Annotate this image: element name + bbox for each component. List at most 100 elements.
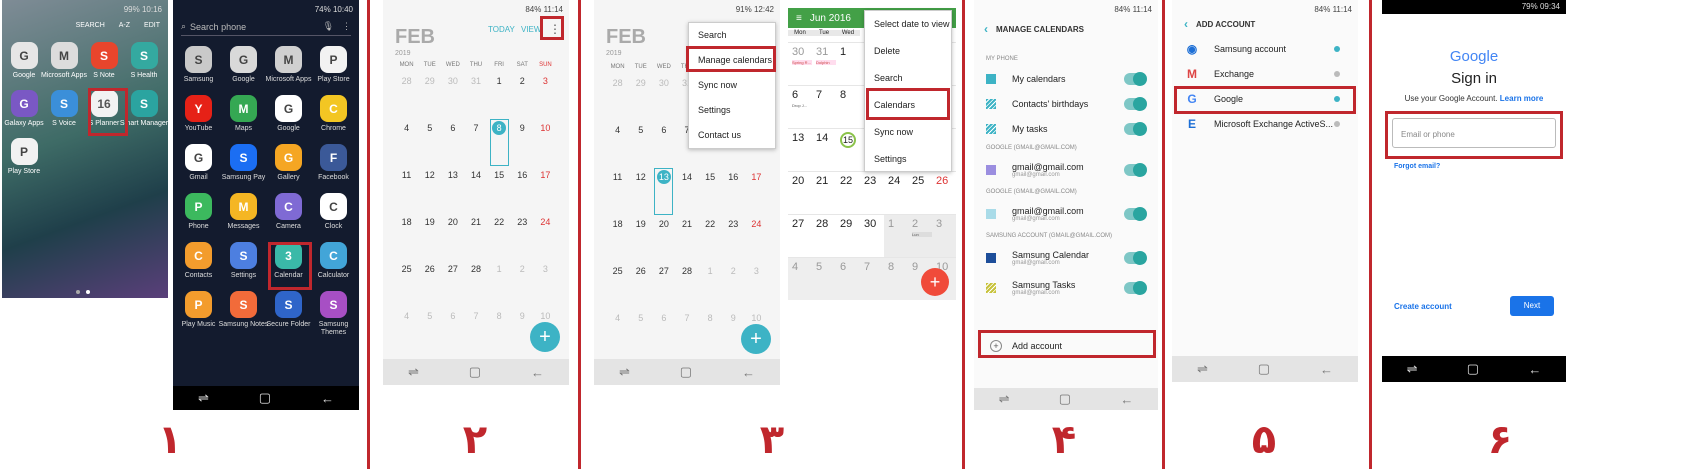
day-cell[interactable]: 12 — [629, 168, 652, 215]
app-gallery[interactable]: G Gallery — [266, 144, 311, 182]
day-cell[interactable]: 6 — [652, 121, 675, 168]
day-cell[interactable]: 6 — [441, 307, 464, 354]
app-samsung-themes[interactable]: S Samsung Themes — [311, 291, 356, 337]
calendar-row[interactable]: Samsung Tasks gmail@gmail.com — [974, 273, 1158, 303]
day-cell[interactable]: 14 — [675, 168, 698, 215]
day-cell[interactable]: 7 — [464, 307, 487, 354]
day-cell[interactable]: 25 — [395, 260, 418, 307]
day-cell[interactable]: 13 — [441, 166, 464, 213]
search-input[interactable]: Search phone — [190, 22, 323, 32]
day-cell[interactable]: 23 — [511, 213, 534, 260]
day-cell[interactable]: 4 — [395, 119, 418, 166]
recents-icon[interactable]: ⇌ — [198, 390, 209, 406]
calendar-row[interactable]: gmail@gmail.com gmail@gmail.com — [974, 155, 1158, 185]
day-cell[interactable]: 28 — [464, 260, 487, 307]
app-s-health[interactable]: S S Health — [124, 42, 164, 80]
day-cell[interactable]: 1 — [488, 260, 511, 307]
day-cell[interactable]: 30 Spring R... — [788, 43, 812, 85]
day-cell[interactable]: 11 — [606, 168, 629, 215]
recents-icon[interactable]: ⇌ — [1197, 361, 1208, 377]
day-cell[interactable]: 18 — [606, 215, 629, 262]
add-event-button[interactable]: + — [741, 324, 771, 354]
day-cell[interactable]: 6 — [441, 119, 464, 166]
app-youtube[interactable]: Y YouTube — [176, 95, 221, 133]
calendar-row[interactable]: gmail@gmail.com gmail@gmail.com — [974, 199, 1158, 229]
day-cell[interactable]: 7 — [860, 258, 884, 300]
day-cell[interactable]: 24 — [745, 215, 768, 262]
day-cell[interactable]: 3 — [534, 72, 557, 119]
day-cell[interactable]: 3 — [932, 215, 956, 257]
day-cell[interactable]: 13 — [652, 168, 675, 215]
day-cell[interactable]: 20 — [652, 215, 675, 262]
day-cell[interactable]: 1 — [699, 262, 722, 309]
menu-item-settings[interactable]: Settings — [689, 98, 775, 123]
search-action[interactable]: SEARCH — [76, 22, 105, 29]
day-cell[interactable]: 30 — [652, 74, 675, 121]
microphone-icon[interactable]: 🎙 — [323, 21, 334, 32]
day-cell[interactable]: 25 — [908, 172, 932, 214]
add-event-button[interactable]: + — [921, 268, 949, 296]
account-row-microsoft[interactable]: E Microsoft Exchange ActiveS... — [1172, 111, 1358, 136]
day-cell[interactable]: 6 — [836, 258, 860, 300]
app-contacts[interactable]: C Contacts — [176, 242, 221, 280]
day-cell[interactable]: 4 — [606, 309, 629, 356]
app-facebook[interactable]: F Facebook — [311, 144, 356, 182]
app-play-store[interactable]: P Play Store — [311, 46, 356, 84]
event-chip[interactable]: Spring R... — [792, 60, 812, 65]
day-cell[interactable]: 1 — [488, 72, 511, 119]
day-cell[interactable]: 4 — [788, 258, 812, 300]
day-cell[interactable]: 21 — [464, 213, 487, 260]
app-microsoft-folder[interactable]: M Microsoft Apps — [266, 46, 311, 84]
calendar-toggle[interactable] — [1124, 163, 1147, 177]
day-cell[interactable]: 6 — [652, 309, 675, 356]
day-cell[interactable]: 14 — [464, 166, 487, 213]
day-cell[interactable]: 15 — [699, 168, 722, 215]
create-account-link[interactable]: Create account — [1394, 302, 1452, 311]
day-cell[interactable]: 15 — [488, 166, 511, 213]
day-cell[interactable]: 22 — [488, 213, 511, 260]
recents-icon[interactable]: ⇌ — [1407, 361, 1418, 377]
day-cell[interactable]: 5 — [418, 119, 441, 166]
menu-item-settings[interactable]: Settings — [865, 146, 951, 173]
home-icon[interactable]: ▢ — [259, 390, 271, 406]
day-cell[interactable]: 2 — [511, 72, 534, 119]
day-cell[interactable]: 8 — [836, 86, 860, 128]
day-cell[interactable]: 23 — [860, 172, 884, 214]
day-cell[interactable]: 16 — [511, 166, 534, 213]
back-icon[interactable]: ← — [1320, 362, 1333, 377]
a-z-action[interactable]: A-Z — [119, 22, 130, 29]
day-cell[interactable]: 7 — [675, 309, 698, 356]
back-icon[interactable]: ← — [321, 391, 334, 406]
day-cell[interactable]: 2 — [722, 262, 745, 309]
app-play-music[interactable]: P Play Music — [176, 291, 221, 337]
calendar-toggle[interactable] — [1124, 96, 1147, 111]
calendar-row[interactable]: My calendars — [974, 66, 1158, 91]
day-cell[interactable]: 30 — [441, 72, 464, 119]
day-cell[interactable]: 5 — [812, 258, 836, 300]
calendar-toggle[interactable] — [1124, 71, 1147, 86]
account-row-samsung[interactable]: ◉ Samsung account — [1172, 36, 1358, 61]
day-cell[interactable]: 26 — [629, 262, 652, 309]
day-cell[interactable]: 1 — [836, 43, 860, 85]
home-icon[interactable]: ▢ — [1059, 391, 1071, 407]
day-cell[interactable]: 21 — [812, 172, 836, 214]
day-cell[interactable]: 8 — [488, 307, 511, 354]
day-cell[interactable]: 27 — [788, 215, 812, 257]
calendar-toggle[interactable] — [1124, 207, 1147, 221]
home-icon[interactable]: ▢ — [1258, 361, 1270, 377]
day-cell[interactable]: 28 — [812, 215, 836, 257]
view-button[interactable]: VIEW — [521, 25, 541, 34]
day-cell[interactable]: 24 — [534, 213, 557, 260]
recents-icon[interactable]: ⇌ — [619, 364, 630, 380]
day-cell[interactable]: 29 — [418, 72, 441, 119]
day-cell[interactable]: 26 — [418, 260, 441, 307]
calendar-row[interactable]: Samsung Calendar gmail@gmail.com — [974, 243, 1158, 273]
calendar-row[interactable]: Contacts' birthdays — [974, 91, 1158, 116]
day-cell[interactable]: 18 — [395, 213, 418, 260]
add-event-button[interactable]: + — [530, 322, 560, 352]
menu-item-search[interactable]: Search — [689, 23, 775, 48]
day-cell[interactable]: 4 — [606, 121, 629, 168]
day-cell[interactable]: 13 — [788, 129, 812, 171]
app-smart-manager[interactable]: S Smart Manager — [120, 90, 168, 128]
search-bar[interactable]: ⌕ Search phone 🎙 ⋮ — [181, 18, 351, 36]
